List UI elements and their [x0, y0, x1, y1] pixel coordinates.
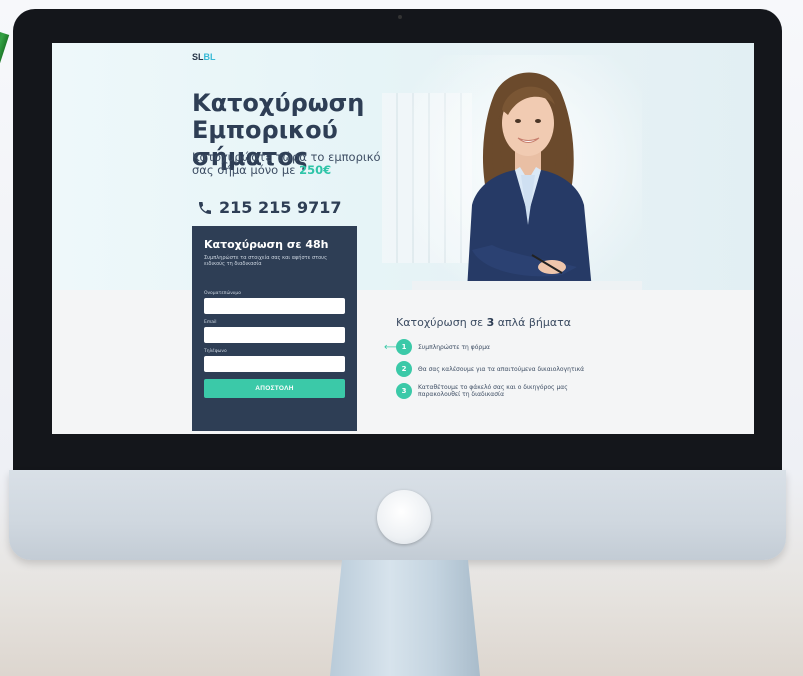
monitor-stand [330, 560, 480, 676]
step-item: 1 Συμπληρώστε τη φόρμα [396, 339, 598, 355]
pencil-decoration [0, 30, 10, 216]
hero-section: SLBL Κατοχύρωση Εμπορικού σήματος Κατοχυ… [52, 43, 754, 290]
hero-subtitle: Κατοχυρώστε τώρα το εμπορικό σας σήμα μό… [192, 150, 381, 177]
submit-button[interactable]: ΑΠΟΣΤΟΛΗ [204, 379, 345, 398]
screen: SLBL Κατοχύρωση Εμπορικού σήματος Κατοχυ… [52, 43, 754, 434]
step-item: 2 Θα σας καλέσουμε για τα απαιτούμενα δι… [396, 361, 598, 377]
step-text: Θα σας καλέσουμε για τα απαιτούμενα δικα… [418, 365, 585, 373]
phone-contact[interactable]: 215 215 9717 [197, 198, 341, 217]
phone-label: Τηλέφωνο [204, 349, 227, 354]
phone-icon [199, 201, 211, 214]
site-logo[interactable]: SLBL [192, 52, 216, 62]
step-number: 3 [396, 383, 412, 399]
step-number: 1 [396, 339, 412, 355]
businesswoman-photo [412, 55, 642, 290]
form-description: Συμπληρώστε τα στοιχεία σας και αφήστε σ… [204, 255, 328, 267]
phone-input[interactable] [204, 356, 345, 372]
price-highlight: 250€ [299, 163, 332, 177]
monitor-apple-logo [377, 490, 431, 544]
steps-title: Κατοχύρωση σε 3 απλά βήματα [396, 316, 571, 329]
step-text: Καταθέτουμε το φάκελό σας και ο δικηγόρο… [418, 384, 568, 398]
form-title: Κατοχύρωση σε 48h [204, 238, 329, 251]
name-input[interactable] [204, 298, 345, 314]
step-item: 3 Καταθέτουμε το φάκελό σας και ο δικηγό… [396, 383, 598, 399]
email-input[interactable] [204, 327, 345, 343]
email-label: Email [204, 320, 217, 325]
name-label: Ονοματεπώνυμο [204, 291, 241, 296]
step-number: 2 [396, 361, 412, 377]
registration-form: Κατοχύρωση σε 48h Συμπληρώστε τα στοιχεί… [192, 226, 357, 431]
camera-dot [398, 15, 402, 19]
step-text: Συμπληρώστε τη φόρμα [418, 343, 490, 351]
phone-number[interactable]: 215 215 9717 [219, 198, 341, 217]
